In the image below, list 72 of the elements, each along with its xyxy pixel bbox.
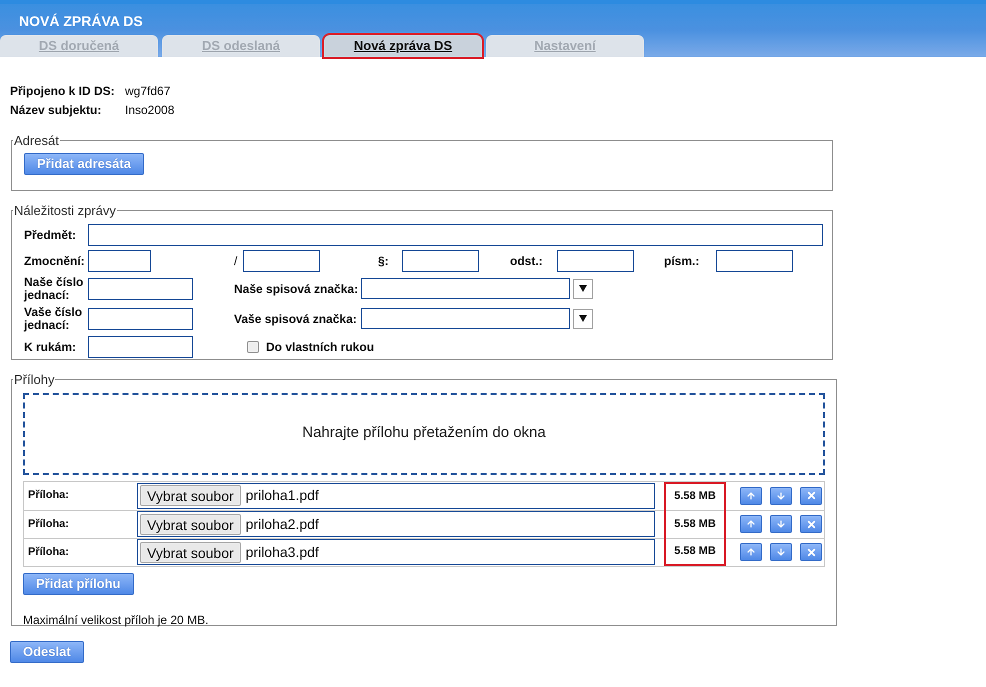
close-icon (806, 518, 816, 530)
page-title: NOVÁ ZPRÁVA DS (18, 12, 144, 31)
file-name: priloha1.pdf (246, 486, 319, 505)
authorization-field[interactable] (88, 250, 151, 272)
file-size: 5.58 MB (674, 544, 716, 559)
field-label: Naše číslo jednací: (24, 276, 84, 302)
info-value: Inso2008 (125, 102, 174, 119)
hands-field[interactable] (88, 336, 193, 358)
arrow-down-icon (776, 490, 786, 500)
remove-button[interactable] (800, 515, 822, 533)
move-down-button[interactable] (770, 486, 792, 504)
close-icon (806, 490, 816, 501)
move-down-button[interactable] (770, 515, 792, 533)
field-label: Předmět: (24, 226, 78, 244)
authorization-field[interactable] (716, 250, 793, 272)
attachment-label: Příloha: (27, 544, 70, 560)
reference-number-field[interactable] (88, 278, 193, 300)
reference-select[interactable] (361, 278, 570, 299)
close-icon (806, 546, 816, 558)
checkbox-label: Do vlastních rukou (266, 338, 374, 356)
move-down-button[interactable] (770, 543, 792, 561)
remove-button[interactable] (800, 543, 822, 561)
file-input[interactable]: Vybrat soubor priloha1.pdf (137, 482, 655, 508)
drop-zone[interactable]: Nahrajte přílohu přetažením do okna (23, 392, 825, 474)
choose-file-button[interactable]: Vybrat soubor (140, 485, 241, 506)
info-label: Připojeno k ID DS: (10, 83, 116, 100)
move-up-button[interactable] (740, 543, 762, 561)
caret-icon (579, 315, 587, 322)
tab[interactable]: Nová zpráva DS (324, 35, 482, 57)
file-name: priloha3.pdf (246, 542, 319, 562)
panel-legend: Náležitosti zprávy (13, 201, 117, 220)
field-label: Vaše číslo jednací: (24, 306, 84, 332)
arrow-down-icon (776, 519, 786, 529)
choose-file-button[interactable]: Vybrat soubor (140, 542, 241, 562)
field-label: Vaše spisová značka: (233, 310, 358, 328)
panel-legend: Přílohy (13, 370, 56, 390)
file-name: priloha2.pdf (246, 514, 319, 534)
size-limit-note: Maximální velikost příloh je 20 MB. (23, 612, 210, 628)
arrow-up-icon (746, 490, 756, 500)
dropdown-button[interactable] (573, 308, 593, 328)
field-label: §: (377, 252, 390, 270)
authorization-field[interactable] (243, 250, 320, 272)
arrow-up-icon (746, 519, 756, 529)
personal-delivery-checkbox[interactable] (247, 340, 259, 352)
field-label: Naše spisová značka: (233, 280, 360, 298)
field-label: písm.: (663, 252, 700, 270)
caret-icon (579, 285, 587, 292)
reference-select[interactable] (361, 308, 570, 329)
dropdown-button[interactable] (573, 278, 593, 298)
remove-button[interactable] (800, 486, 822, 504)
arrow-down-icon (776, 547, 786, 557)
field-label: K rukám: (24, 338, 78, 356)
authorization-field[interactable] (402, 250, 479, 272)
move-up-button[interactable] (740, 486, 762, 504)
attachment-label: Příloha: (27, 488, 70, 504)
info-value: wg7fd67 (125, 83, 170, 100)
arrow-up-icon (746, 547, 756, 557)
move-up-button[interactable] (740, 515, 762, 533)
file-size: 5.58 MB (674, 516, 716, 532)
file-size: 5.58 MB (674, 489, 716, 504)
field-label: / (233, 252, 238, 270)
authorization-field[interactable] (557, 250, 634, 272)
reference-number-field[interactable] (88, 308, 193, 330)
subject-field[interactable] (88, 224, 823, 246)
info-label: Název subjektu: (10, 102, 102, 119)
field-label: odst.: (509, 252, 544, 270)
file-input[interactable]: Vybrat soubor priloha2.pdf (137, 511, 655, 537)
attachment-label: Příloha: (27, 516, 70, 532)
field-label: Zmocnění: (24, 252, 86, 270)
file-input[interactable]: Vybrat soubor priloha3.pdf (137, 539, 655, 565)
choose-file-button[interactable]: Vybrat soubor (140, 514, 241, 534)
panel-legend: Adresát (13, 131, 60, 150)
